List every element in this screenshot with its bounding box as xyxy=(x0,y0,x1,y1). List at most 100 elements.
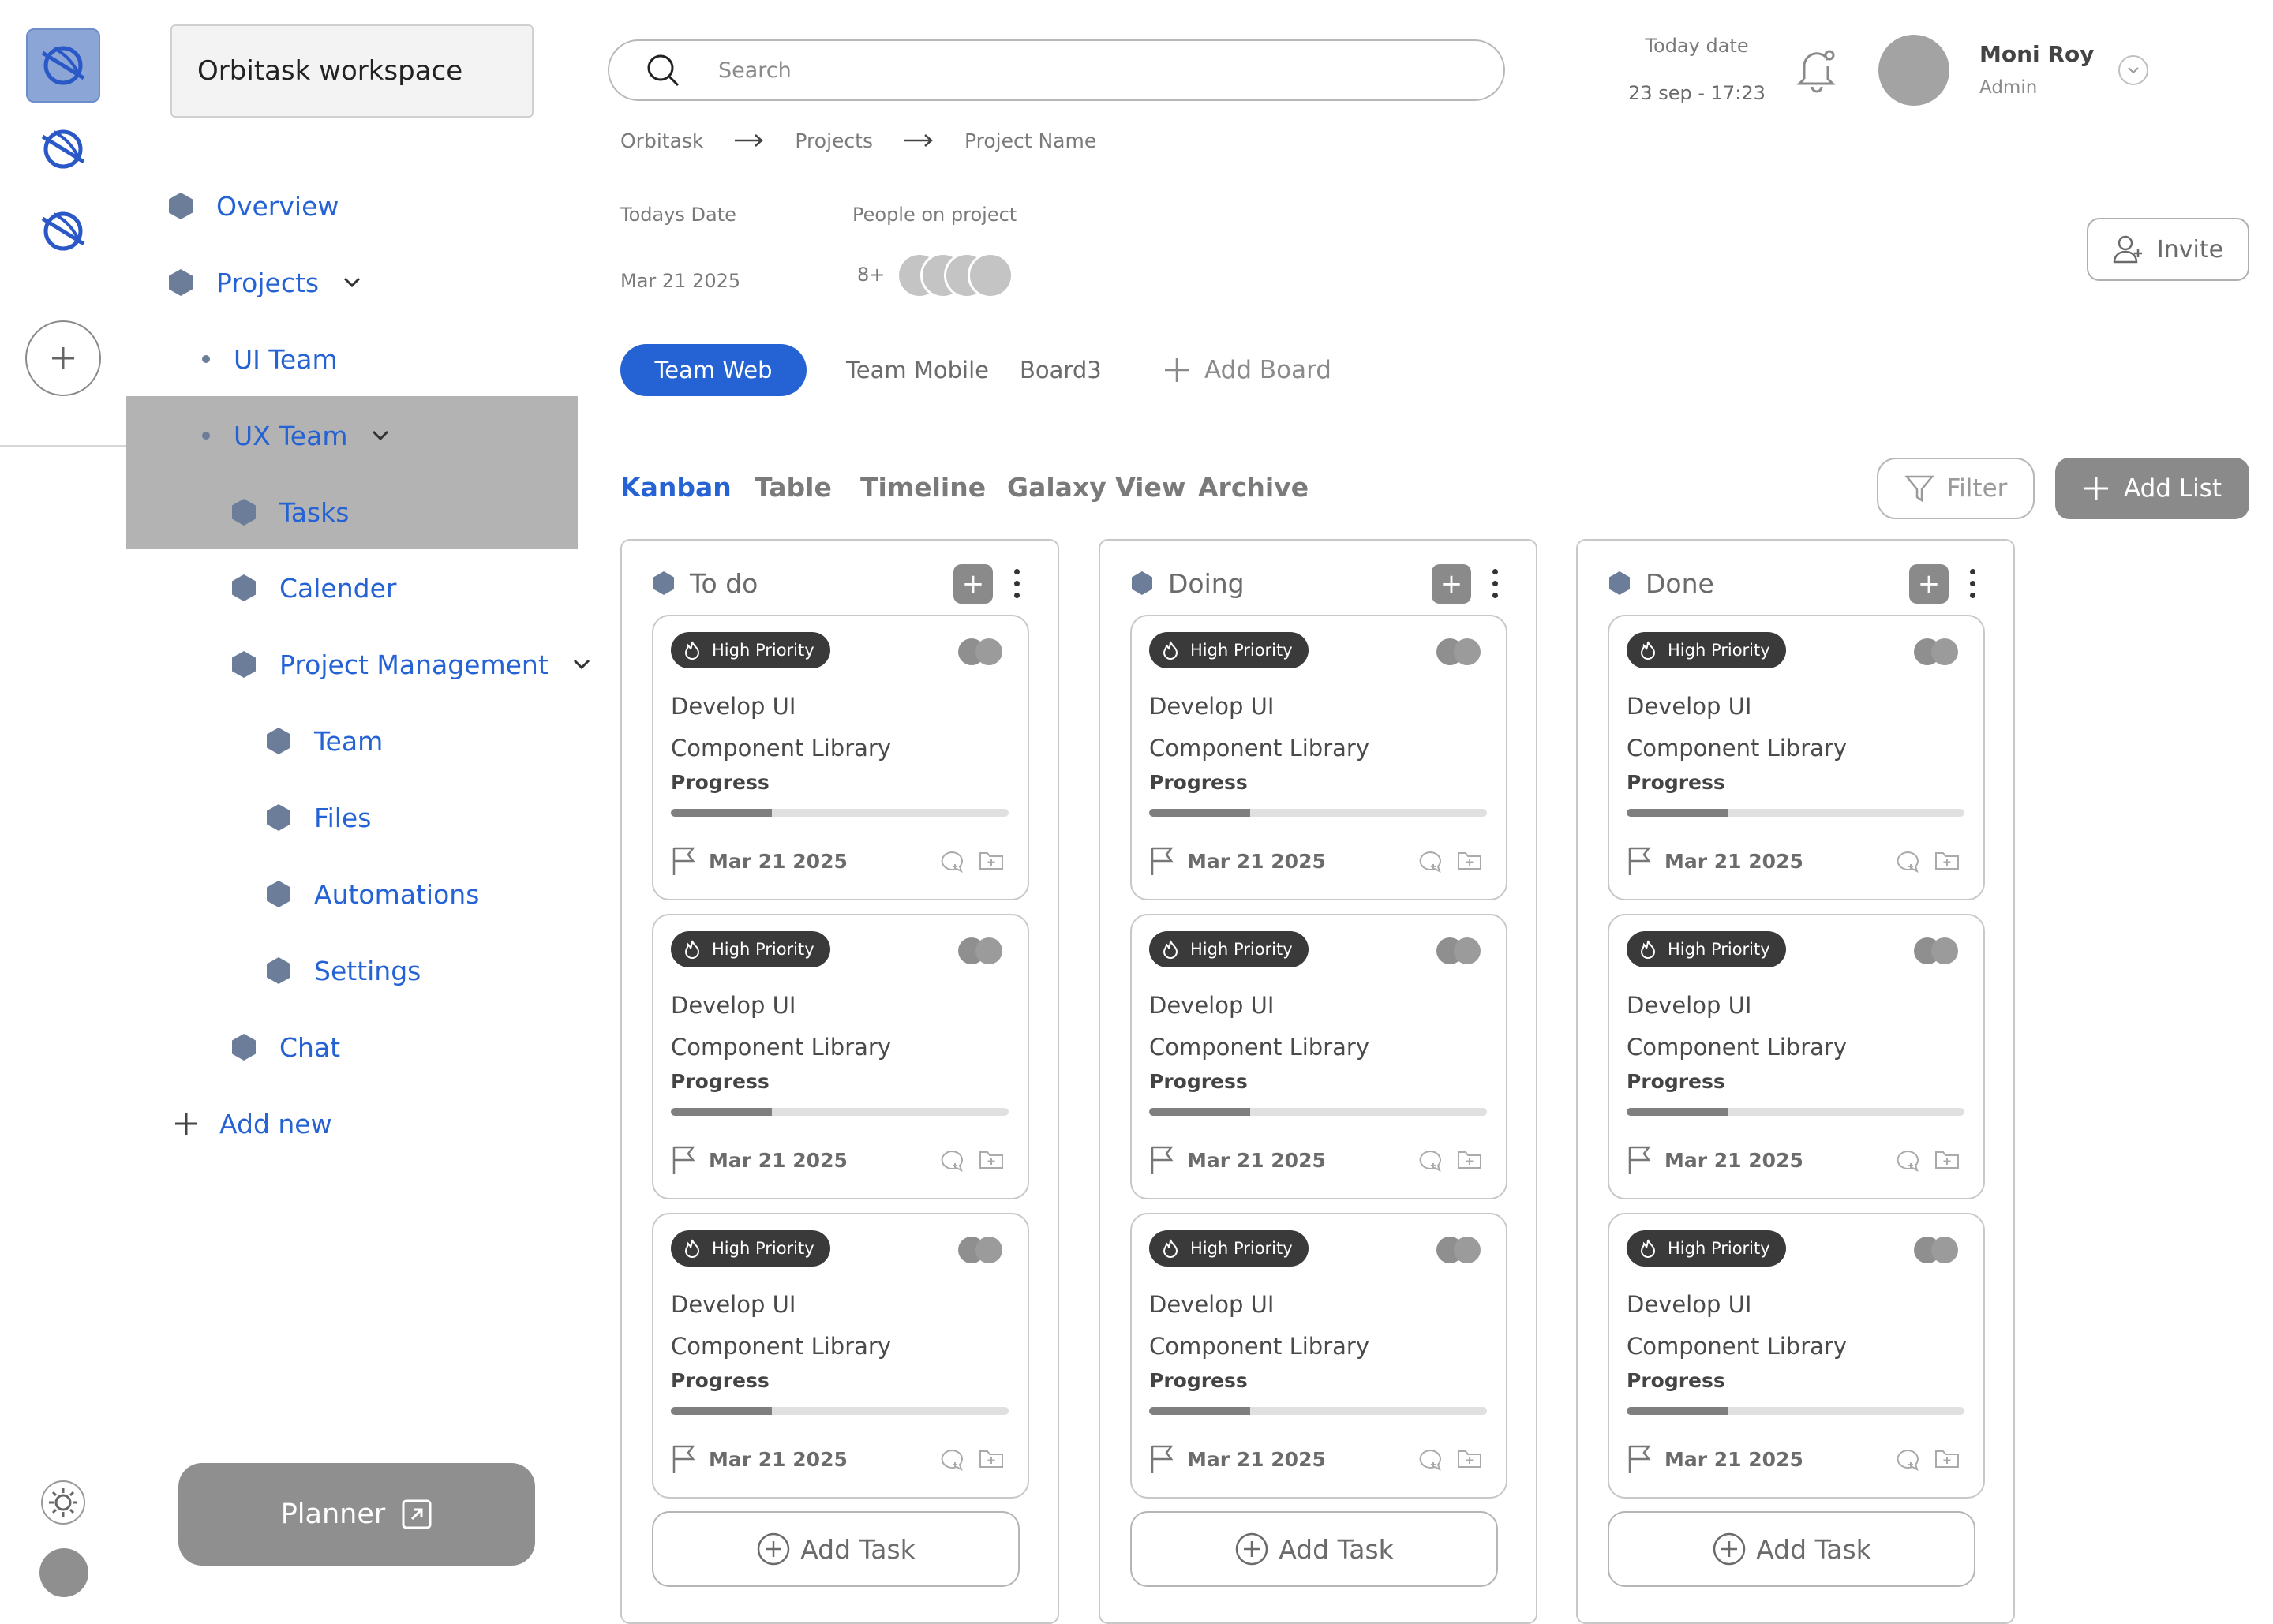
add-list-button[interactable]: Add List xyxy=(2055,458,2249,519)
folder-icon[interactable] xyxy=(979,1448,1004,1470)
tab-kanban[interactable]: Kanban xyxy=(620,472,732,503)
card-toggle[interactable] xyxy=(1436,1237,1482,1263)
comment-icon[interactable] xyxy=(939,1149,964,1173)
comment-icon[interactable] xyxy=(939,1448,964,1472)
invite-button[interactable]: Invite xyxy=(2087,218,2249,281)
due-date-text: Mar 21 2025 xyxy=(1664,1447,1803,1471)
sidebar-item-ui-team[interactable]: UI Team xyxy=(202,339,338,379)
card-actions xyxy=(1895,850,1960,874)
add-new-button[interactable]: Add new xyxy=(174,1104,332,1143)
task-card[interactable]: High Priority Develop UI Component Librar… xyxy=(1608,1213,1985,1499)
planner-button[interactable]: Planner xyxy=(178,1463,535,1566)
folder-icon[interactable] xyxy=(979,850,1004,872)
folder-icon[interactable] xyxy=(1457,850,1482,872)
breadcrumb-item[interactable]: Project Name xyxy=(964,129,1096,152)
sidebar-item-automations[interactable]: Automations xyxy=(267,874,479,914)
comment-icon[interactable] xyxy=(1895,1448,1920,1472)
logo-icon xyxy=(41,129,85,169)
user-avatar-small[interactable] xyxy=(39,1548,88,1597)
task-card[interactable]: High Priority Develop UI Component Librar… xyxy=(652,914,1029,1199)
sidebar-item-settings[interactable]: Settings xyxy=(267,951,421,990)
board-team-web[interactable]: Team Web xyxy=(620,344,807,396)
add-task-button[interactable]: Add Task xyxy=(652,1511,1020,1587)
task-card[interactable]: High Priority Develop UI Component Librar… xyxy=(1130,615,1507,900)
folder-icon[interactable] xyxy=(1934,1149,1960,1171)
task-card[interactable]: High Priority Develop UI Component Librar… xyxy=(1130,1213,1507,1499)
card-toggle[interactable] xyxy=(958,1237,1004,1263)
notifications-button[interactable] xyxy=(1796,44,1837,95)
breadcrumb-item[interactable]: Projects xyxy=(795,129,873,152)
tab-table[interactable]: Table xyxy=(755,472,832,503)
card-toggle[interactable] xyxy=(1914,937,1960,964)
task-card[interactable]: High Priority Develop UI Component Librar… xyxy=(652,1213,1029,1499)
settings-button[interactable] xyxy=(38,1477,88,1528)
comment-icon[interactable] xyxy=(1417,850,1443,874)
sidebar-item-calender[interactable]: Calender xyxy=(232,568,396,608)
card-toggle[interactable] xyxy=(1436,937,1482,964)
comment-icon[interactable] xyxy=(1417,1448,1443,1472)
card-toggle[interactable] xyxy=(1914,1237,1960,1263)
tab-timeline[interactable]: Timeline xyxy=(860,472,986,503)
comment-icon[interactable] xyxy=(1895,1149,1920,1173)
sidebar-item-label: UX Team xyxy=(234,420,348,451)
add-card-button[interactable]: + xyxy=(1432,564,1471,604)
task-card[interactable]: High Priority Develop UI Component Librar… xyxy=(652,615,1029,900)
folder-icon[interactable] xyxy=(1457,1149,1482,1171)
card-title: Develop UI Component Library xyxy=(1627,693,1847,761)
priority-badge: High Priority xyxy=(1627,931,1786,967)
column-menu-icon[interactable] xyxy=(1485,561,1504,605)
sidebar-item-team[interactable]: Team xyxy=(267,721,383,761)
comment-icon[interactable] xyxy=(939,850,964,874)
comment-icon[interactable] xyxy=(1417,1149,1443,1173)
folder-icon[interactable] xyxy=(1934,850,1960,872)
tab-galaxy-view[interactable]: Galaxy View xyxy=(1007,472,1185,503)
card-toggle[interactable] xyxy=(958,638,1004,665)
breadcrumb-item[interactable]: Orbitask xyxy=(620,129,703,152)
card-toggle[interactable] xyxy=(1436,638,1482,665)
folder-icon[interactable] xyxy=(979,1149,1004,1171)
sidebar-item-label: Calender xyxy=(279,572,397,604)
comment-icon[interactable] xyxy=(1895,850,1920,874)
workspace-logo-3[interactable] xyxy=(26,194,100,268)
card-toggle[interactable] xyxy=(1914,638,1960,665)
column-menu-icon[interactable] xyxy=(1963,561,1982,605)
user-menu-button[interactable] xyxy=(2118,55,2148,85)
card-actions xyxy=(939,850,1004,874)
sidebar-item-overview[interactable]: Overview xyxy=(169,186,339,226)
add-board-button[interactable]: Add Board xyxy=(1163,344,1331,396)
flag-icon xyxy=(1151,1146,1174,1174)
sidebar-item-files[interactable]: Files xyxy=(267,798,371,837)
board-team-mobile[interactable]: Team Mobile xyxy=(846,344,989,396)
add-task-button[interactable]: Add Task xyxy=(1130,1511,1498,1587)
task-card[interactable]: High Priority Develop UI Component Librar… xyxy=(1130,914,1507,1199)
workspace-logo-2[interactable] xyxy=(26,112,100,186)
workspace-name-box[interactable]: Orbitask workspace xyxy=(170,24,534,118)
card-toggle[interactable] xyxy=(958,937,1004,964)
sidebar-item-ux-team[interactable]: UX Team xyxy=(202,416,390,455)
search-input[interactable]: Search xyxy=(608,39,1505,101)
flame-icon xyxy=(1640,1239,1656,1258)
workspace-logo-1[interactable] xyxy=(26,28,100,103)
sidebar-item-projects[interactable]: Projects xyxy=(169,263,361,302)
folder-icon[interactable] xyxy=(1457,1448,1482,1470)
tab-archive[interactable]: Archive xyxy=(1198,472,1309,503)
add-card-button[interactable]: + xyxy=(953,564,993,604)
task-card[interactable]: High Priority Develop UI Component Librar… xyxy=(1608,615,1985,900)
sidebar-item-tasks[interactable]: Tasks xyxy=(232,492,349,532)
search-icon xyxy=(647,54,680,87)
user-avatar[interactable] xyxy=(1878,35,1949,106)
people-avatars[interactable] xyxy=(897,253,1017,301)
add-task-button[interactable]: Add Task xyxy=(1608,1511,1975,1587)
column-menu-icon[interactable] xyxy=(1007,561,1026,605)
filter-button[interactable]: Filter xyxy=(1877,458,2035,519)
add-card-button[interactable]: + xyxy=(1909,564,1949,604)
plus-icon xyxy=(175,1113,197,1135)
task-card[interactable]: High Priority Develop UI Component Librar… xyxy=(1608,914,1985,1199)
sidebar-item-chat[interactable]: Chat xyxy=(232,1027,340,1067)
sidebar-item-project-management[interactable]: Project Management xyxy=(232,645,591,684)
folder-icon[interactable] xyxy=(1934,1448,1960,1470)
add-workspace-button[interactable] xyxy=(25,320,101,396)
hexagon-icon xyxy=(169,193,193,219)
board-label: Team Web xyxy=(654,357,773,384)
board-board3[interactable]: Board3 xyxy=(1020,344,1102,396)
